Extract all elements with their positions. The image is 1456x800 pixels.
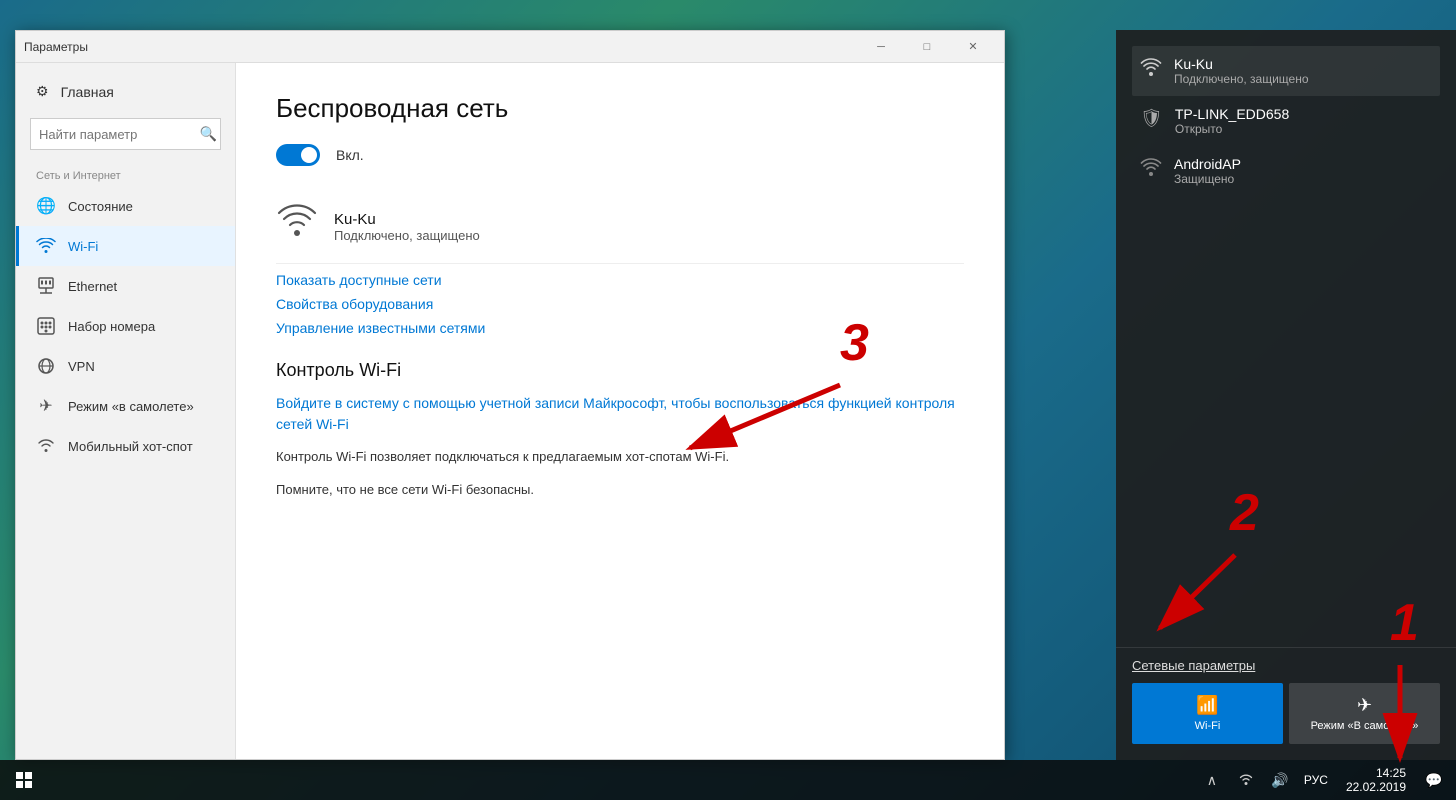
flyout-network-androidap[interactable]: AndroidAP Защищено [1132,146,1440,196]
close-button[interactable]: ✕ [950,31,996,63]
adapter-properties-link[interactable]: Свойства оборудования [276,296,433,312]
wifi-sense-desc1: Контроль Wi-Fi позволяет подключаться к … [276,447,964,468]
taskbar-volume-icon[interactable]: 🔊 [1264,760,1296,800]
title-bar-controls: ─ □ ✕ [858,31,996,63]
network-name: Ku-Ku [334,211,480,228]
sidebar-home[interactable]: ⚙ Главная [16,73,235,110]
gear-icon: ⚙ [36,83,49,100]
flyout-action-tiles: 📶 Wi-Fi ✈ Режим «В самолете» [1132,683,1440,744]
sidebar-item-ethernet[interactable]: Ethernet [16,266,235,306]
flyout-shield-icon: 🛡 [1140,108,1163,129]
hotspot-icon [36,436,56,456]
manage-networks-link[interactable]: Управление известными сетями [276,320,485,336]
main-content: Беспроводная сеть Вкл. [236,63,1004,759]
wifi-sense-link[interactable]: Войдите в систему с помощью учетной запи… [276,393,964,435]
start-button[interactable] [0,760,48,800]
show-networks-link[interactable]: Показать доступные сети [276,272,442,288]
airplane-label: Режим «в самолете» [68,399,194,414]
flyout-bottom: Сетевые параметры 📶 Wi-Fi ✈ Режим «В сам… [1116,647,1456,760]
minimize-button[interactable]: ─ [858,31,904,63]
title-bar: Параметры ─ □ ✕ [16,31,1004,63]
wifi-sense-title: Контроль Wi-Fi [276,360,964,381]
flyout-networks-list: Ku-Ku Подключено, защищено 🛡 TP-LINK_EDD… [1116,30,1456,647]
taskbar-network-icon[interactable] [1230,760,1262,800]
taskbar-clock[interactable]: 14:25 22.02.2019 [1336,766,1416,794]
flyout-androidap-info: AndroidAP Защищено [1174,156,1241,186]
taskbar-right: ∧ 🔊 РУС 14:25 22.02.2019 💬 [1196,760,1456,800]
search-box: 🔍 [30,118,221,150]
vpn-label: VPN [68,359,95,374]
search-button[interactable]: 🔍 [200,126,217,143]
network-info: Ku-Ku Подключено, защищено [334,211,480,243]
network-settings-link[interactable]: Сетевые параметры [1132,658,1440,673]
wifi-tile[interactable]: 📶 Wi-Fi [1132,683,1283,744]
globe-icon: 🌐 [36,196,56,216]
home-label: Главная [61,84,114,100]
dialup-icon [36,316,56,336]
toggle-label: Вкл. [336,147,364,163]
flyout-ku-ku-name: Ku-Ku [1174,56,1309,72]
ethernet-label: Ethernet [68,279,117,294]
flyout-tp-link-name: TP-LINK_EDD658 [1175,106,1289,122]
flyout-wifi-icon-3 [1140,158,1162,184]
sidebar-item-dialup[interactable]: Набор номера [16,306,235,346]
taskbar: ∧ 🔊 РУС 14:25 22.02.2019 💬 [0,760,1456,800]
sidebar-item-status[interactable]: 🌐 Состояние [16,186,235,226]
settings-window: Параметры ─ □ ✕ ⚙ Главная 🔍 Сеть и Интер… [15,30,1005,760]
taskbar-left [0,760,48,800]
desktop: Параметры ─ □ ✕ ⚙ Главная 🔍 Сеть и Интер… [0,0,1456,800]
clock-time: 14:25 [1346,766,1406,780]
section-label: Сеть и Интернет [16,158,235,186]
network-status: Подключено, защищено [334,228,480,243]
flyout-androidap-status: Защищено [1174,172,1241,186]
airplane-icon: ✈ [36,396,56,416]
sidebar: ⚙ Главная 🔍 Сеть и Интернет 🌐 Состояние [16,63,236,759]
airplane-tile-icon: ✈ [1297,695,1432,716]
notification-icon[interactable]: 💬 [1418,760,1450,800]
wifi-toggle-row: Вкл. [276,144,964,166]
airplane-tile-label: Режим «В самолете» [1311,720,1419,732]
sidebar-item-wifi[interactable]: Wi-Fi [16,226,235,266]
hotspot-label: Мобильный хот-спот [68,439,193,454]
sidebar-item-airplane[interactable]: ✈ Режим «в самолете» [16,386,235,426]
wifi-tile-icon: 📶 [1140,695,1275,716]
window-title: Параметры [24,40,88,54]
vpn-icon [36,356,56,376]
maximize-button[interactable]: □ [904,31,950,63]
network-card: Ku-Ku Подключено, защищено [276,190,964,264]
flyout-ku-ku-status: Подключено, защищено [1174,72,1309,86]
network-flyout: Ku-Ku Подключено, защищено 🛡 TP-LINK_EDD… [1116,30,1456,760]
ethernet-icon [36,276,56,296]
wifi-label: Wi-Fi [68,239,98,254]
language-indicator[interactable]: РУС [1298,773,1334,787]
status-label: Состояние [68,199,133,214]
flyout-tp-link-info: TP-LINK_EDD658 Открыто [1175,106,1289,136]
wifi-toggle[interactable] [276,144,320,166]
flyout-tp-link-status: Открыто [1175,122,1289,136]
wifi-icon [36,236,56,256]
flyout-wifi-icon-1 [1140,58,1162,84]
clock-date: 22.02.2019 [1346,780,1406,794]
sidebar-item-vpn[interactable]: VPN [16,346,235,386]
airplane-tile[interactable]: ✈ Режим «В самолете» [1289,683,1440,744]
wifi-tile-label: Wi-Fi [1195,720,1221,732]
connected-wifi-icon [276,204,318,249]
flyout-androidap-name: AndroidAP [1174,156,1241,172]
sidebar-item-hotspot[interactable]: Мобильный хот-спот [16,426,235,466]
page-title: Беспроводная сеть [276,93,964,124]
window-body: ⚙ Главная 🔍 Сеть и Интернет 🌐 Состояние [16,63,1004,759]
dialup-label: Набор номера [68,319,155,334]
flyout-ku-ku-info: Ku-Ku Подключено, защищено [1174,56,1309,86]
wifi-sense-desc2: Помните, что не все сети Wi-Fi безопасны… [276,480,964,501]
search-input[interactable] [30,118,221,150]
taskbar-chevron[interactable]: ∧ [1196,760,1228,800]
flyout-network-ku-ku[interactable]: Ku-Ku Подключено, защищено [1132,46,1440,96]
flyout-network-tp-link[interactable]: 🛡 TP-LINK_EDD658 Открыто [1132,96,1440,146]
